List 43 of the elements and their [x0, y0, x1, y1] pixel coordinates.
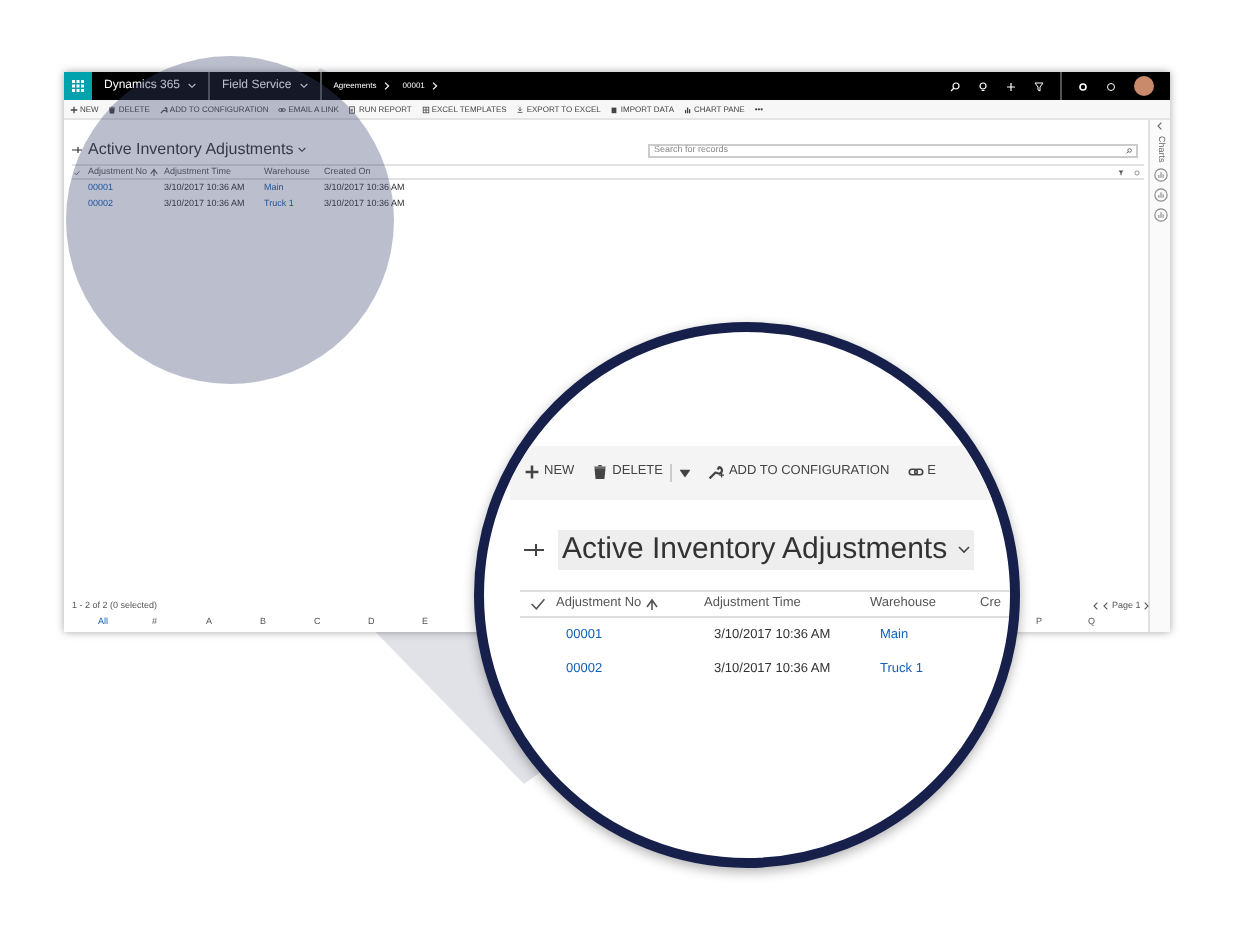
chevron-right-icon — [384, 82, 391, 90]
search-icon — [1126, 147, 1132, 153]
user-avatar[interactable] — [1134, 76, 1154, 96]
pin-icon[interactable] — [524, 542, 544, 558]
chevron-down-icon — [188, 82, 197, 90]
dropdown-caret-icon — [680, 467, 691, 477]
export-icon — [516, 105, 525, 113]
chevron-down-icon — [297, 146, 306, 154]
plus-icon[interactable] — [1006, 81, 1016, 91]
checkmark-icon[interactable] — [74, 169, 80, 175]
filter-icon[interactable] — [1118, 169, 1124, 175]
chevron-down-icon — [299, 82, 308, 90]
link-icon — [278, 105, 287, 113]
previous-page-icon — [1102, 602, 1110, 611]
checkmark-icon[interactable] — [530, 596, 546, 612]
plus-icon — [70, 105, 78, 113]
sort-arrow-icon — [149, 168, 158, 176]
import-icon — [610, 105, 619, 113]
view-selector[interactable]: Active Inventory Adjustments — [88, 138, 294, 162]
chart-icon[interactable] — [1153, 168, 1167, 183]
trash-icon — [592, 464, 609, 480]
chart-icon[interactable] — [1153, 208, 1167, 223]
lightbulb-icon[interactable] — [978, 81, 988, 91]
app-launcher-button[interactable] — [64, 72, 92, 100]
wrench-icon — [708, 464, 725, 480]
filter-icon[interactable] — [1034, 81, 1044, 91]
spreadsheet-icon — [421, 105, 430, 113]
document-icon — [348, 105, 357, 113]
chevron-right-icon — [432, 82, 439, 90]
pin-icon[interactable] — [72, 146, 82, 154]
first-page-icon — [1092, 602, 1100, 611]
chart-icon — [684, 105, 692, 113]
wrench-icon — [159, 105, 168, 113]
trash-icon — [108, 105, 117, 113]
grid-icon — [72, 80, 84, 92]
next-page-icon — [1142, 602, 1151, 611]
search-icon[interactable] — [950, 81, 960, 91]
link-icon — [907, 464, 924, 480]
plus-icon — [524, 464, 540, 480]
sort-arrow-icon — [645, 598, 658, 610]
view-selector[interactable]: Active Inventory Adjustments — [558, 530, 974, 570]
chart-icon[interactable] — [1153, 188, 1167, 203]
chevron-down-icon — [957, 544, 970, 556]
